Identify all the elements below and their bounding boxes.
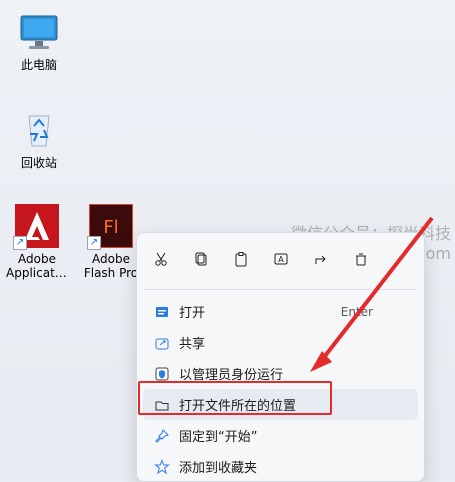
share-icon[interactable]	[305, 245, 337, 273]
recycle-bin-icon	[17, 108, 61, 152]
cut-icon[interactable]	[145, 245, 177, 273]
menu-item-label: 添加到收藏夹	[179, 461, 258, 476]
svg-text:A: A	[278, 255, 284, 264]
menu-item-label: 打开	[179, 306, 206, 321]
paste-icon[interactable]	[225, 245, 257, 273]
share-icon	[147, 335, 177, 351]
desktop: 此电脑 回收站 ↗ Adobe Applicati... Fl ↗ Adobe …	[0, 0, 455, 482]
flash-logo-icon: Fl ↗	[87, 204, 133, 250]
menu-item-label: 固定到“开始”	[179, 430, 258, 445]
desktop-icon-label-line2: Applicati...	[6, 266, 68, 280]
context-menu-toolbar: A	[137, 233, 424, 283]
desktop-icon-this-pc[interactable]: 此电脑	[8, 10, 70, 72]
rename-icon[interactable]: A	[265, 245, 297, 273]
desktop-icon-recycle-bin[interactable]: 回收站	[8, 108, 70, 170]
highlight-box	[138, 381, 332, 415]
desktop-icon-label-line1: Adobe	[92, 252, 130, 266]
svg-text:Fl: Fl	[103, 217, 118, 238]
desktop-icon-label-line2: Flash Pro	[83, 266, 139, 280]
open-icon	[147, 304, 177, 320]
shortcut-label: Enter	[340, 304, 373, 319]
shortcut-arrow-icon: ↗	[13, 236, 27, 250]
menu-item-share[interactable]: 共享	[143, 327, 418, 358]
star-icon	[147, 458, 177, 475]
adobe-logo-icon: ↗	[13, 204, 59, 250]
copy-icon[interactable]	[185, 245, 217, 273]
desktop-icon-label: 此电脑	[20, 58, 57, 72]
desktop-icon-label-line1: Adobe	[18, 252, 56, 266]
monitor-icon	[17, 10, 61, 54]
shield-icon	[147, 366, 177, 382]
menu-item-label: 共享	[179, 337, 206, 352]
desktop-icon-adobe-flash[interactable]: Fl ↗ Adobe Flash Pro	[80, 204, 142, 280]
menu-item-open[interactable]: 打开 Enter	[143, 296, 418, 327]
separator	[145, 289, 416, 290]
menu-item-add-to-favorites[interactable]: 添加到收藏夹	[143, 451, 418, 481]
menu-item-pin-to-start[interactable]: 固定到“开始”	[143, 420, 418, 451]
desktop-icon-adobe-application[interactable]: ↗ Adobe Applicati...	[6, 204, 68, 280]
pin-icon	[147, 428, 177, 444]
desktop-icon-label: 回收站	[20, 156, 57, 170]
shortcut-arrow-icon: ↗	[87, 236, 101, 250]
delete-icon[interactable]	[345, 245, 377, 273]
context-menu: A 打开 Enter 共享 以管理员身份运行 打开文件所在的位置 固定到“开始”…	[136, 232, 425, 482]
